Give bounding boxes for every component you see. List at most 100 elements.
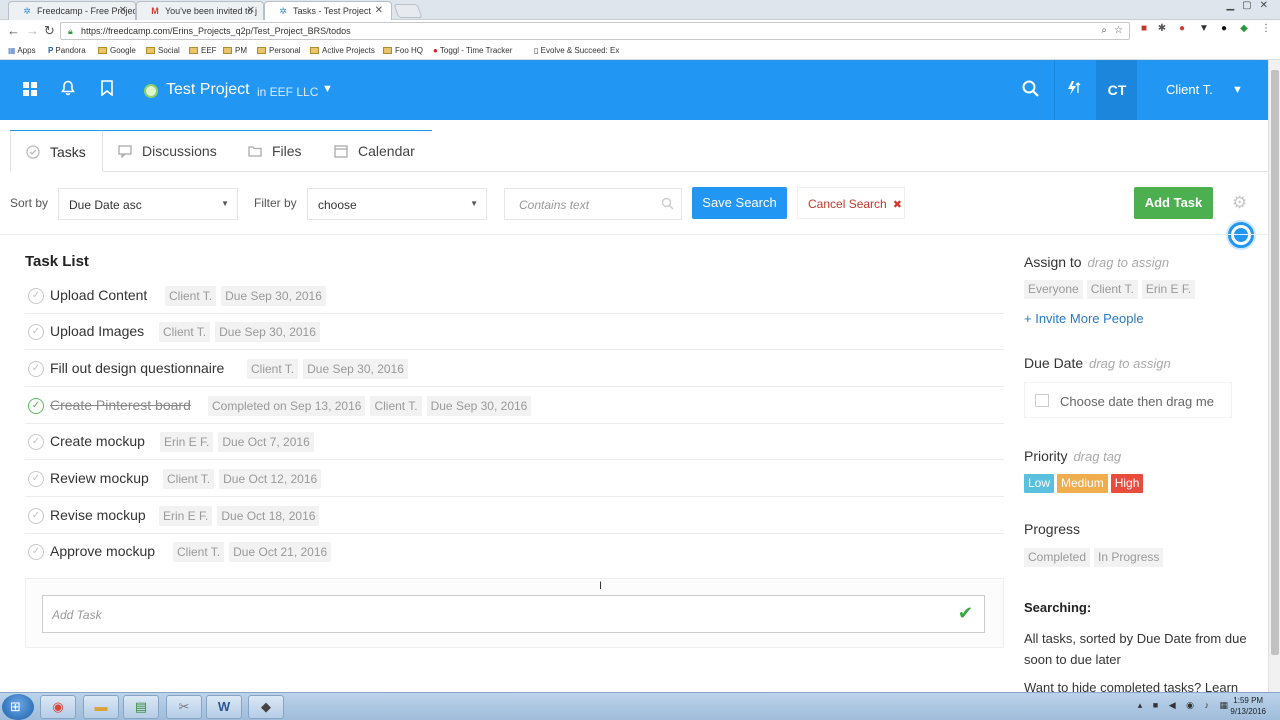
check-circle-icon[interactable]: ✓ <box>28 324 44 340</box>
project-org[interactable]: in EEF LLC <box>257 85 318 99</box>
due-date-tag[interactable]: Due Sep 30, 2016 <box>303 359 408 379</box>
chevron-down-icon[interactable]: ▼ <box>322 83 333 95</box>
task-row[interactable]: ✓ Create mockup Erin E F. Due Oct 7, 2016 <box>25 424 1004 460</box>
task-title[interactable]: Create Pinterest board <box>50 397 191 413</box>
bookmark-google[interactable]: Google <box>98 46 136 55</box>
extension-icon[interactable]: ◆ <box>1238 23 1250 35</box>
due-date-tag[interactable]: Due Sep 30, 2016 <box>221 286 326 306</box>
check-circle-icon[interactable]: ✓ <box>28 434 44 450</box>
check-circle-icon[interactable]: ✓ <box>28 398 44 414</box>
word-icon[interactable]: W <box>206 695 242 719</box>
task-title[interactable]: Create mockup <box>50 433 145 449</box>
checkmark-icon[interactable]: ✔ <box>958 603 973 624</box>
back-icon[interactable]: ← <box>7 23 20 39</box>
tab-files[interactable]: Files <box>248 130 302 172</box>
app-icon[interactable]: ◆ <box>248 695 284 719</box>
due-date-tag[interactable]: Due Oct 21, 2016 <box>229 542 332 562</box>
task-title[interactable]: Revise mockup <box>50 507 146 523</box>
task-row[interactable]: ✓ Review mockup Client T. Due Oct 12, 201… <box>25 461 1004 497</box>
extension-icon[interactable]: ■ <box>1138 23 1150 35</box>
bookmark-evolve[interactable]: ▯ Evolve & Succeed: Ex <box>534 46 619 55</box>
zoom-icon[interactable]: ⌕ <box>1101 25 1107 36</box>
new-tab-button[interactable] <box>393 4 423 18</box>
assignee-tag[interactable]: Client T. <box>173 542 225 562</box>
task-row[interactable]: ✓ Approve mockup Client T. Due Oct 21, 20… <box>25 534 1004 570</box>
assignee-tag[interactable]: Client T. <box>165 286 217 306</box>
close-icon[interactable]: ✕ <box>247 5 255 16</box>
date-picker-input[interactable]: Choose date then drag me <box>1024 382 1232 418</box>
sort-select[interactable]: Due Date asc ▼ <box>58 188 238 220</box>
check-circle-icon[interactable]: ✓ <box>28 361 44 377</box>
extension-icon[interactable]: ● <box>1218 23 1230 35</box>
bookmark-eef[interactable]: EEF <box>189 46 217 55</box>
tab-discussions[interactable]: Discussions <box>118 130 217 172</box>
chevron-down-icon[interactable]: ▼ <box>1232 84 1243 96</box>
bookmark-social[interactable]: Social <box>146 46 180 55</box>
search-input[interactable]: Contains text <box>504 188 682 220</box>
user-name[interactable]: Client T. <box>1166 82 1213 97</box>
window-controls[interactable]: ▁▢✕ <box>1226 0 1276 11</box>
bookmark-foo-hq[interactable]: Foo HQ <box>383 46 423 55</box>
invite-people-link[interactable]: + Invite More People <box>1024 311 1144 326</box>
bookmark-active-projects[interactable]: Active Projects <box>310 46 375 55</box>
check-circle-icon[interactable]: ✓ <box>28 508 44 524</box>
bookmark-toggl[interactable]: ● Toggl - Time Tracker <box>433 46 512 55</box>
task-row[interactable]: ✓ Upload Images Client T. Due Sep 30, 201… <box>25 314 1004 350</box>
task-title[interactable]: Upload Images <box>50 323 144 339</box>
assignee-tag[interactable]: Client T. <box>247 359 299 379</box>
extension-icon[interactable]: ✱ <box>1156 23 1168 35</box>
assign-tag-client[interactable]: Client T. <box>1086 280 1138 299</box>
check-circle-icon[interactable]: ✓ <box>28 544 44 560</box>
gear-icon[interactable]: ⚙ <box>1232 193 1247 213</box>
extension-icon[interactable]: ● <box>1176 23 1188 35</box>
due-date-tag[interactable]: Due Oct 7, 2016 <box>218 432 314 452</box>
progress-in-progress-tag[interactable]: In Progress <box>1094 548 1164 567</box>
task-title[interactable]: Review mockup <box>50 470 149 486</box>
assignee-tag[interactable]: Erin E F. <box>160 432 214 452</box>
due-date-tag[interactable]: Due Oct 12, 2016 <box>219 469 322 489</box>
scrollbar-thumb[interactable] <box>1271 70 1279 655</box>
bookmark-icon[interactable] <box>96 80 118 102</box>
chrome-icon[interactable]: ◉ <box>40 695 76 719</box>
add-task-button[interactable]: Add Task <box>1134 187 1213 219</box>
url-field[interactable]: 🔒︎ https://freedcamp.com/Erins_Projects_… <box>60 22 1130 40</box>
explorer-icon[interactable]: ▬ <box>83 695 119 719</box>
page-scrollbar[interactable] <box>1268 60 1280 692</box>
assignee-tag[interactable]: Client T. <box>163 469 215 489</box>
bookmark-pandora[interactable]: P Pandora <box>48 46 86 55</box>
browser-tab-gmail[interactable]: M You've been invited to j ✕ <box>136 1 264 20</box>
system-tray[interactable]: ▴ ■ ◀ ◉ ♪ ▦ <box>1138 700 1232 711</box>
bookmark-personal[interactable]: Personal <box>257 46 301 55</box>
task-row[interactable]: ✓ Create Pinterest board Completed on Se… <box>25 388 1004 424</box>
bell-icon[interactable] <box>57 80 79 102</box>
assignee-tag[interactable]: Client T. <box>370 396 422 416</box>
apps-grid-icon[interactable] <box>19 80 41 102</box>
save-search-button[interactable]: Save Search <box>692 187 787 219</box>
task-title[interactable]: Approve mockup <box>50 543 155 559</box>
browser-tab-tasks[interactable]: ✲ Tasks - Test Project ✕ <box>264 1 392 20</box>
extension-icon[interactable]: ▼ <box>1198 23 1210 35</box>
task-row[interactable]: ✓ Fill out design questionnaire Client T… <box>25 351 1004 387</box>
check-circle-icon[interactable]: ✓ <box>28 471 44 487</box>
tab-tasks[interactable]: Tasks <box>10 130 103 172</box>
app-icon[interactable]: ✂ <box>166 695 202 719</box>
forward-icon[interactable]: → <box>26 23 39 39</box>
task-row[interactable]: ✓ Upload Content Client T. Due Sep 30, 20… <box>25 278 1004 314</box>
avatar[interactable]: CT <box>1097 60 1137 120</box>
project-title[interactable]: Test Project <box>166 81 250 99</box>
priority-low-tag[interactable]: Low <box>1024 474 1055 493</box>
close-icon[interactable]: ✕ <box>375 5 383 16</box>
tab-calendar[interactable]: Calendar <box>334 130 415 172</box>
progress-completed-tag[interactable]: Completed <box>1024 548 1091 567</box>
notes-app-icon[interactable]: ▤ <box>123 695 159 719</box>
start-button[interactable]: ⊞ <box>2 694 34 720</box>
search-icon[interactable] <box>1019 80 1041 102</box>
reload-icon[interactable]: ↻ <box>44 23 55 39</box>
add-task-input[interactable]: Add Task ✔ <box>42 595 985 633</box>
cancel-search-button[interactable]: Cancel Search ✖ <box>797 187 905 219</box>
due-date-tag[interactable]: Due Oct 18, 2016 <box>217 506 320 526</box>
browser-tab-freedcamp[interactable]: ✲ Freedcamp - Free Projec ✕ <box>8 1 136 20</box>
bookmark-pm[interactable]: PM <box>223 46 247 55</box>
assign-tag-erin[interactable]: Erin E F. <box>1141 280 1196 299</box>
due-date-tag[interactable]: Due Sep 30, 2016 <box>426 396 532 416</box>
